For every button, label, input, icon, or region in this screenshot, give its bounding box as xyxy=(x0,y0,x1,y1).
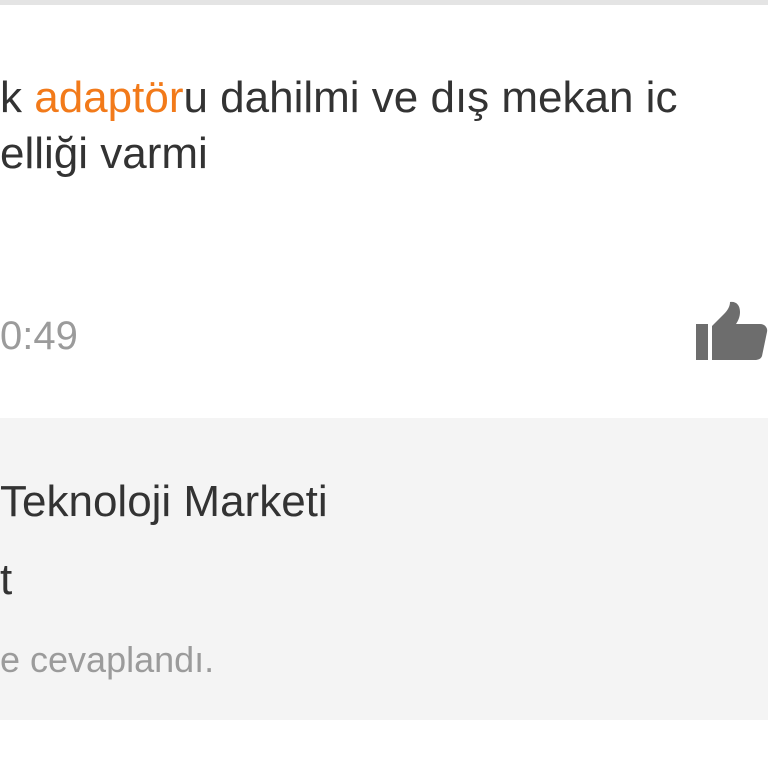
answered-info: e cevaplandı. xyxy=(0,639,215,680)
question-text-prefix: k xyxy=(0,73,35,122)
question-answer-page: k adaptöru dahilmi ve dış mekan ic elliğ… xyxy=(0,0,768,768)
answer-panel: Teknoloji Marketi t e cevaplandı. xyxy=(0,418,768,720)
seller-name: Teknoloji Marketi xyxy=(0,477,328,526)
question-line-2: elliği varmi xyxy=(0,129,208,178)
search-highlight: adaptör xyxy=(34,73,184,122)
question-line-1: k adaptöru dahilmi ve dış mekan ic xyxy=(0,70,768,126)
question-text: k adaptöru dahilmi ve dış mekan ic elliğ… xyxy=(0,70,768,182)
answer-text: t xyxy=(0,555,13,604)
question-text-suffix: u dahilmi ve dış mekan ic xyxy=(183,73,678,122)
thumbs-up-icon xyxy=(696,301,768,360)
like-button[interactable] xyxy=(690,300,768,366)
question-timestamp: 0:49 xyxy=(0,314,78,358)
top-divider xyxy=(0,0,768,5)
